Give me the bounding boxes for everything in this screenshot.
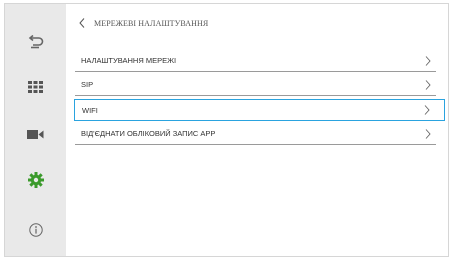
menu-item-unlink-app-account[interactable]: ВІД'ЄДНАТИ ОБЛІКОВИЙ ЗАПИС APP bbox=[75, 123, 436, 145]
info-icon bbox=[28, 223, 43, 237]
sidebar-item-apps[interactable] bbox=[5, 67, 66, 107]
header: МЕРЕЖЕВІ НАЛАШТУВАННЯ bbox=[75, 15, 208, 31]
menu-item-label: WIFI bbox=[82, 105, 98, 115]
menu-item-label: НАЛАШТУВАННЯ МЕРЕЖІ bbox=[81, 56, 177, 65]
sidebar-item-settings[interactable] bbox=[5, 160, 66, 200]
gear-icon bbox=[27, 172, 44, 188]
menu-item-sip[interactable]: SIP bbox=[75, 74, 436, 96]
back-button[interactable] bbox=[75, 15, 89, 31]
menu-item-network-settings[interactable]: НАЛАШТУВАННЯ МЕРЕЖІ bbox=[75, 50, 436, 72]
camera-icon bbox=[27, 129, 44, 139]
chevron-right-icon bbox=[424, 79, 432, 90]
return-icon bbox=[28, 35, 43, 49]
settings-panel: МЕРЕЖЕВІ НАЛАШТУВАННЯ НАЛАШТУВАННЯ МЕРЕЖ… bbox=[66, 4, 448, 256]
grid-icon bbox=[28, 81, 43, 93]
sidebar-item-info[interactable] bbox=[5, 210, 66, 250]
sidebar-item-return[interactable] bbox=[5, 22, 66, 62]
sidebar-item-camera[interactable] bbox=[5, 114, 66, 154]
menu-item-label: SIP bbox=[81, 80, 94, 89]
page-title: МЕРЕЖЕВІ НАЛАШТУВАННЯ bbox=[94, 18, 209, 28]
chevron-left-icon bbox=[79, 18, 85, 28]
chevron-right-icon bbox=[424, 128, 432, 139]
chevron-right-icon bbox=[424, 55, 432, 66]
menu-item-label: ВІД'ЄДНАТИ ОБЛІКОВИЙ ЗАПИС APP bbox=[81, 129, 216, 138]
menu-item-wifi[interactable]: WIFI bbox=[74, 99, 445, 121]
app-window: МЕРЕЖЕВІ НАЛАШТУВАННЯ НАЛАШТУВАННЯ МЕРЕЖ… bbox=[4, 3, 449, 257]
sidebar bbox=[5, 4, 66, 256]
chevron-right-icon bbox=[423, 105, 431, 115]
